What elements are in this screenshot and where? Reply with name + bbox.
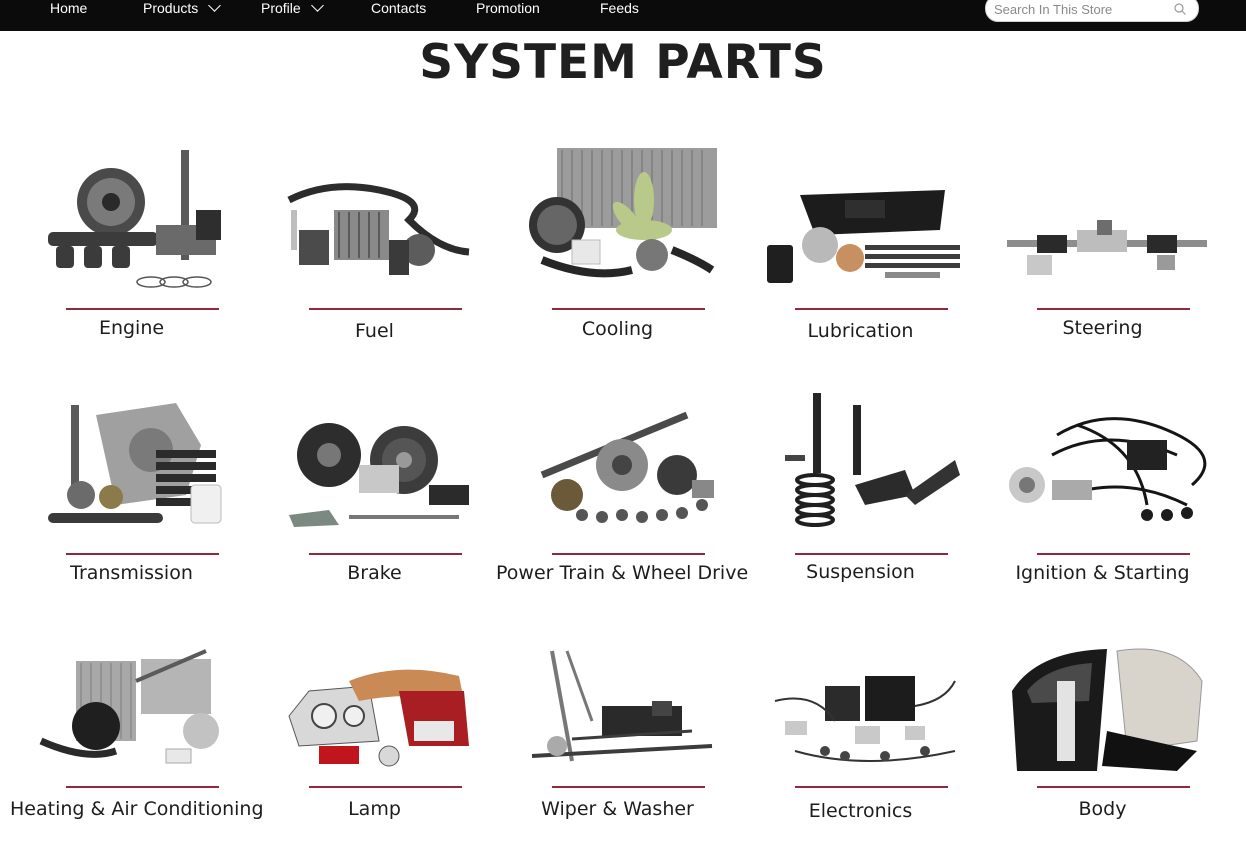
search-box <box>985 0 1199 22</box>
category-divider <box>309 308 462 310</box>
page-title: SYSTEM PARTS <box>419 35 827 90</box>
nav-feeds-label: Feeds <box>600 0 639 16</box>
search-input[interactable] <box>994 0 1169 18</box>
search-icon[interactable] <box>1174 3 1186 15</box>
nav-profile-label: Profile <box>261 0 301 16</box>
steering-system-image <box>1007 220 1207 275</box>
nav-products-label: Products <box>143 0 199 16</box>
cooling-system-image <box>529 148 717 278</box>
category-label: Wiper & Washer <box>541 798 694 820</box>
category-body[interactable]: Body <box>981 621 1224 836</box>
power-train-image <box>540 411 714 523</box>
ignition-starting-image <box>1009 417 1207 521</box>
fuel-system-image <box>287 183 470 275</box>
category-divider <box>552 308 705 310</box>
category-divider <box>552 553 705 555</box>
category-power-train[interactable]: Power Train & Wheel Drive <box>496 385 749 600</box>
category-brake[interactable]: Brake <box>253 385 496 600</box>
nav-contacts[interactable]: Contacts <box>371 0 426 22</box>
category-label: Lamp <box>348 798 401 820</box>
nav-home-label: Home <box>50 0 88 16</box>
nav-contacts-label: Contacts <box>371 0 427 16</box>
category-label: Lubrication <box>807 320 914 342</box>
lamp-image <box>288 669 469 767</box>
category-label: Ignition & Starting <box>1015 562 1190 584</box>
chevron-down-icon <box>208 0 222 12</box>
category-label: Electronics <box>808 800 913 822</box>
category-divider <box>66 308 219 310</box>
category-divider <box>795 553 948 555</box>
category-divider <box>1037 308 1190 310</box>
lubrication-system-image <box>767 190 960 283</box>
category-label: Cooling <box>581 318 654 340</box>
category-heating-ac[interactable]: Heating & Air Conditioning <box>10 621 264 836</box>
category-divider <box>309 786 462 788</box>
category-divider <box>795 308 948 310</box>
category-label: Body <box>1078 798 1127 820</box>
nav-profile[interactable]: Profile <box>261 0 324 22</box>
category-divider <box>66 553 219 555</box>
category-divider <box>309 553 462 555</box>
category-engine[interactable]: Engine <box>10 140 253 355</box>
category-steering[interactable]: Steering <box>981 140 1224 355</box>
suspension-image <box>785 393 960 527</box>
heating-ac-image <box>39 649 219 764</box>
nav-promotion[interactable]: Promotion <box>476 0 540 22</box>
category-label: Engine <box>98 317 165 339</box>
category-transmission[interactable]: Transmission <box>10 385 253 600</box>
category-divider <box>795 786 948 788</box>
category-label: Transmission <box>70 562 193 584</box>
category-electronics[interactable]: Electronics <box>739 621 982 836</box>
category-label: Power Train & Wheel Drive <box>496 562 749 584</box>
category-label: Suspension <box>806 561 915 583</box>
electronics-image <box>774 676 956 762</box>
category-lubrication[interactable]: Lubrication <box>739 140 982 355</box>
transmission-image <box>48 403 222 524</box>
category-suspension[interactable]: Suspension <box>739 385 982 600</box>
nav-products[interactable]: Products <box>143 0 222 22</box>
nav-home[interactable]: Home <box>50 0 87 22</box>
wiper-washer-image <box>531 650 713 762</box>
category-wiper-washer[interactable]: Wiper & Washer <box>496 621 739 836</box>
category-fuel[interactable]: Fuel <box>253 140 496 355</box>
chevron-down-icon <box>310 0 324 12</box>
nav-feeds[interactable]: Feeds <box>600 0 639 22</box>
category-lamp[interactable]: Lamp <box>253 621 496 836</box>
body-parts-image <box>1012 648 1203 771</box>
category-ignition-starting[interactable]: Ignition & Starting <box>981 385 1224 600</box>
category-label: Steering <box>1062 317 1143 339</box>
nav-promotion-label: Promotion <box>476 0 540 16</box>
category-divider <box>552 786 705 788</box>
brake-system-image <box>289 423 469 527</box>
top-nav: Home Products Profile Contacts Promotion… <box>0 0 1246 31</box>
category-label: Brake <box>347 562 402 584</box>
category-divider <box>1037 553 1190 555</box>
category-label: Fuel <box>355 320 394 342</box>
category-divider <box>66 786 219 788</box>
engine-parts-image <box>48 150 221 288</box>
category-label: Heating & Air Conditioning <box>10 798 264 820</box>
category-divider <box>1037 786 1190 788</box>
category-cooling[interactable]: Cooling <box>496 140 739 355</box>
